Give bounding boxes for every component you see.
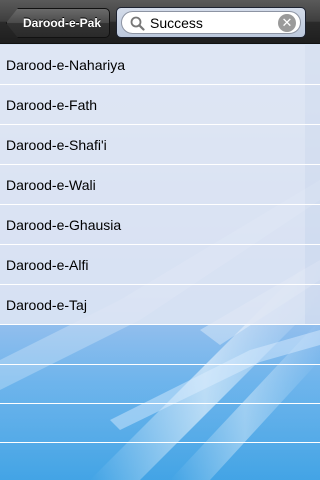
results-list: Darood-e-Nahariya Darood-e-Fath Darood-e… [0,45,320,325]
empty-row-separator [0,364,320,365]
list-item[interactable]: Darood-e-Taj [0,285,320,325]
search-icon [130,16,145,31]
list-item-label: Darood-e-Ghausia [6,217,122,233]
list-item-label: Darood-e-Shafi'i [6,137,107,153]
back-button[interactable]: Darood-e-Pak [6,8,110,38]
list-item[interactable]: Darood-e-Fath [0,85,320,125]
list-item-label: Darood-e-Nahariya [6,57,126,73]
list-item-label: Darood-e-Taj [6,297,87,313]
list-item[interactable]: Darood-e-Nahariya [0,45,320,85]
list-item-label: Darood-e-Alfi [6,257,89,273]
search-bar: Success ✕ [116,7,306,38]
empty-row-separator [0,442,320,443]
list-item-label: Darood-e-Fath [6,97,98,113]
navigation-bar: Darood-e-Pak Success ✕ [0,0,320,44]
list-item[interactable]: Darood-e-Ghausia [0,205,320,245]
empty-row-separator [0,403,320,404]
list-item[interactable]: Darood-e-Wali [0,165,320,205]
list-item[interactable]: Darood-e-Alfi [0,245,320,285]
list-item-label: Darood-e-Wali [6,177,96,193]
clear-icon[interactable]: ✕ [278,14,296,32]
search-input-value: Success [150,15,203,31]
list-item[interactable]: Darood-e-Shafi'i [0,125,320,165]
search-input[interactable]: Success ✕ [121,11,301,34]
back-button-label: Darood-e-Pak [22,16,102,30]
